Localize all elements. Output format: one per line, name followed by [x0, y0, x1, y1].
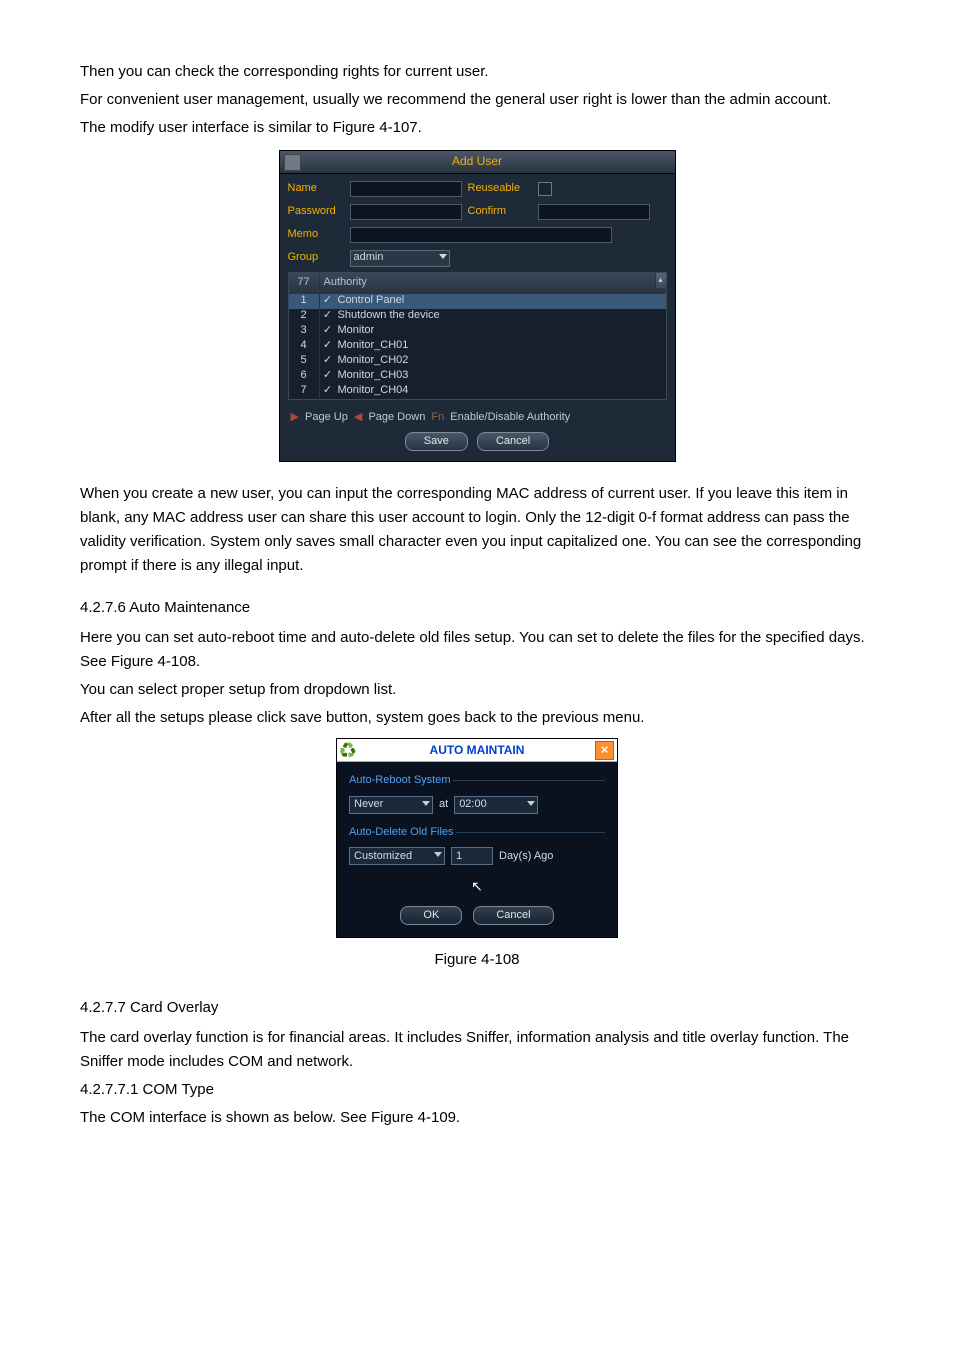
page-down-label[interactable]: Page Down	[368, 411, 425, 423]
add-user-dialog: Add User Name Reuseable Password Confirm…	[279, 150, 676, 462]
section-4276-heading: 4.2.7.6 Auto Maintenance	[80, 596, 874, 620]
page-up-icon[interactable]: ▶	[291, 411, 299, 423]
intro-line-1: Then you can check the corresponding rig…	[80, 60, 874, 84]
cancel-button[interactable]: Cancel	[477, 432, 549, 451]
authority-header: 77 Authority ▴	[289, 273, 666, 294]
mac-paragraph: When you create a new user, you can inpu…	[80, 482, 874, 578]
divider	[453, 780, 606, 781]
authority-row[interactable]: 7✓Monitor_CH04	[289, 384, 666, 399]
auto-maintain-titlebar: ♻️ AUTO MAINTAIN ×	[337, 739, 617, 762]
intro-line-3: The modify user interface is similar to …	[80, 116, 874, 140]
add-user-icon	[284, 154, 301, 171]
delete-mode-value: Customized	[354, 848, 412, 866]
save-button[interactable]: Save	[405, 432, 468, 451]
group-select-value: admin	[354, 249, 384, 267]
intro-line-2: For convenient user management, usually …	[80, 88, 874, 112]
reuseable-checkbox[interactable]	[538, 182, 552, 196]
figure-4-108-caption: Figure 4-108	[80, 948, 874, 972]
confirm-label: Confirm	[468, 203, 538, 221]
memo-label: Memo	[288, 226, 350, 244]
auto-maintain-dialog: ♻️ AUTO MAINTAIN × Auto-Reboot System Ne…	[336, 738, 618, 938]
enable-disable-label[interactable]: Enable/Disable Authority	[450, 411, 570, 423]
ok-button[interactable]: OK	[400, 906, 462, 925]
auto-delete-label: Auto-Delete Old Files	[349, 824, 454, 842]
row-number: 7	[289, 382, 320, 400]
check-icon[interactable]: ✓	[320, 382, 336, 400]
authority-count: 77	[289, 273, 320, 293]
section-4276-p1: Here you can set auto-reboot time and au…	[80, 626, 874, 674]
fn-label: Fn	[431, 411, 444, 423]
authority-table: 77 Authority ▴ 1✓Control Panel2✓Shutdown…	[288, 272, 667, 400]
page-up-label[interactable]: Page Up	[305, 411, 348, 423]
password-input[interactable]	[350, 204, 462, 220]
add-user-titlebar: Add User	[280, 151, 675, 174]
reboot-when-value: Never	[354, 796, 383, 814]
auto-maintain-title: AUTO MAINTAIN	[430, 741, 525, 760]
auto-reboot-label: Auto-Reboot System	[349, 772, 451, 790]
section-4277-p2: The COM interface is shown as below. See…	[80, 1106, 874, 1130]
chevron-down-icon	[527, 801, 535, 806]
days-input[interactable]: 1	[451, 847, 493, 865]
chevron-down-icon	[422, 801, 430, 806]
recycle-icon: ♻️	[340, 742, 356, 758]
name-input[interactable]	[350, 181, 462, 197]
section-4277-sub: 4.2.7.7.1 COM Type	[80, 1078, 874, 1102]
group-select[interactable]: admin	[350, 250, 450, 267]
divider	[456, 832, 605, 833]
name-label: Name	[288, 180, 350, 198]
authority-label: Monitor_CH04	[336, 382, 409, 400]
memo-input[interactable]	[350, 227, 612, 243]
password-label: Password	[288, 203, 350, 221]
cursor-icon: ↖	[349, 875, 605, 897]
chevron-down-icon	[434, 852, 442, 857]
scroll-up-icon[interactable]: ▴	[655, 273, 666, 288]
at-label: at	[439, 796, 448, 814]
section-4277-heading: 4.2.7.7 Card Overlay	[80, 996, 874, 1020]
days-ago-label: Day(s) Ago	[499, 848, 553, 866]
group-label: Group	[288, 249, 350, 267]
reboot-when-select[interactable]: Never	[349, 796, 433, 814]
reboot-time-select[interactable]: 02:00	[454, 796, 538, 814]
add-user-title: Add User	[452, 152, 502, 171]
section-4277-p1: The card overlay function is for financi…	[80, 1026, 874, 1074]
page-down-icon[interactable]: ◀	[354, 411, 362, 423]
delete-mode-select[interactable]: Customized	[349, 847, 445, 865]
close-icon[interactable]: ×	[595, 741, 614, 760]
section-4276-p2: You can select proper setup from dropdow…	[80, 678, 874, 702]
authority-header-label: Authority	[320, 273, 666, 293]
section-4276-p3: After all the setups please click save b…	[80, 706, 874, 730]
confirm-input[interactable]	[538, 204, 650, 220]
cancel-button[interactable]: Cancel	[473, 906, 553, 925]
reboot-time-value: 02:00	[459, 796, 487, 814]
days-value: 1	[456, 848, 462, 866]
authority-nav: ▶ Page Up ◀ Page Down Fn Enable/Disable …	[280, 404, 675, 429]
chevron-down-icon	[439, 254, 447, 259]
reuseable-label: Reuseable	[468, 180, 538, 198]
